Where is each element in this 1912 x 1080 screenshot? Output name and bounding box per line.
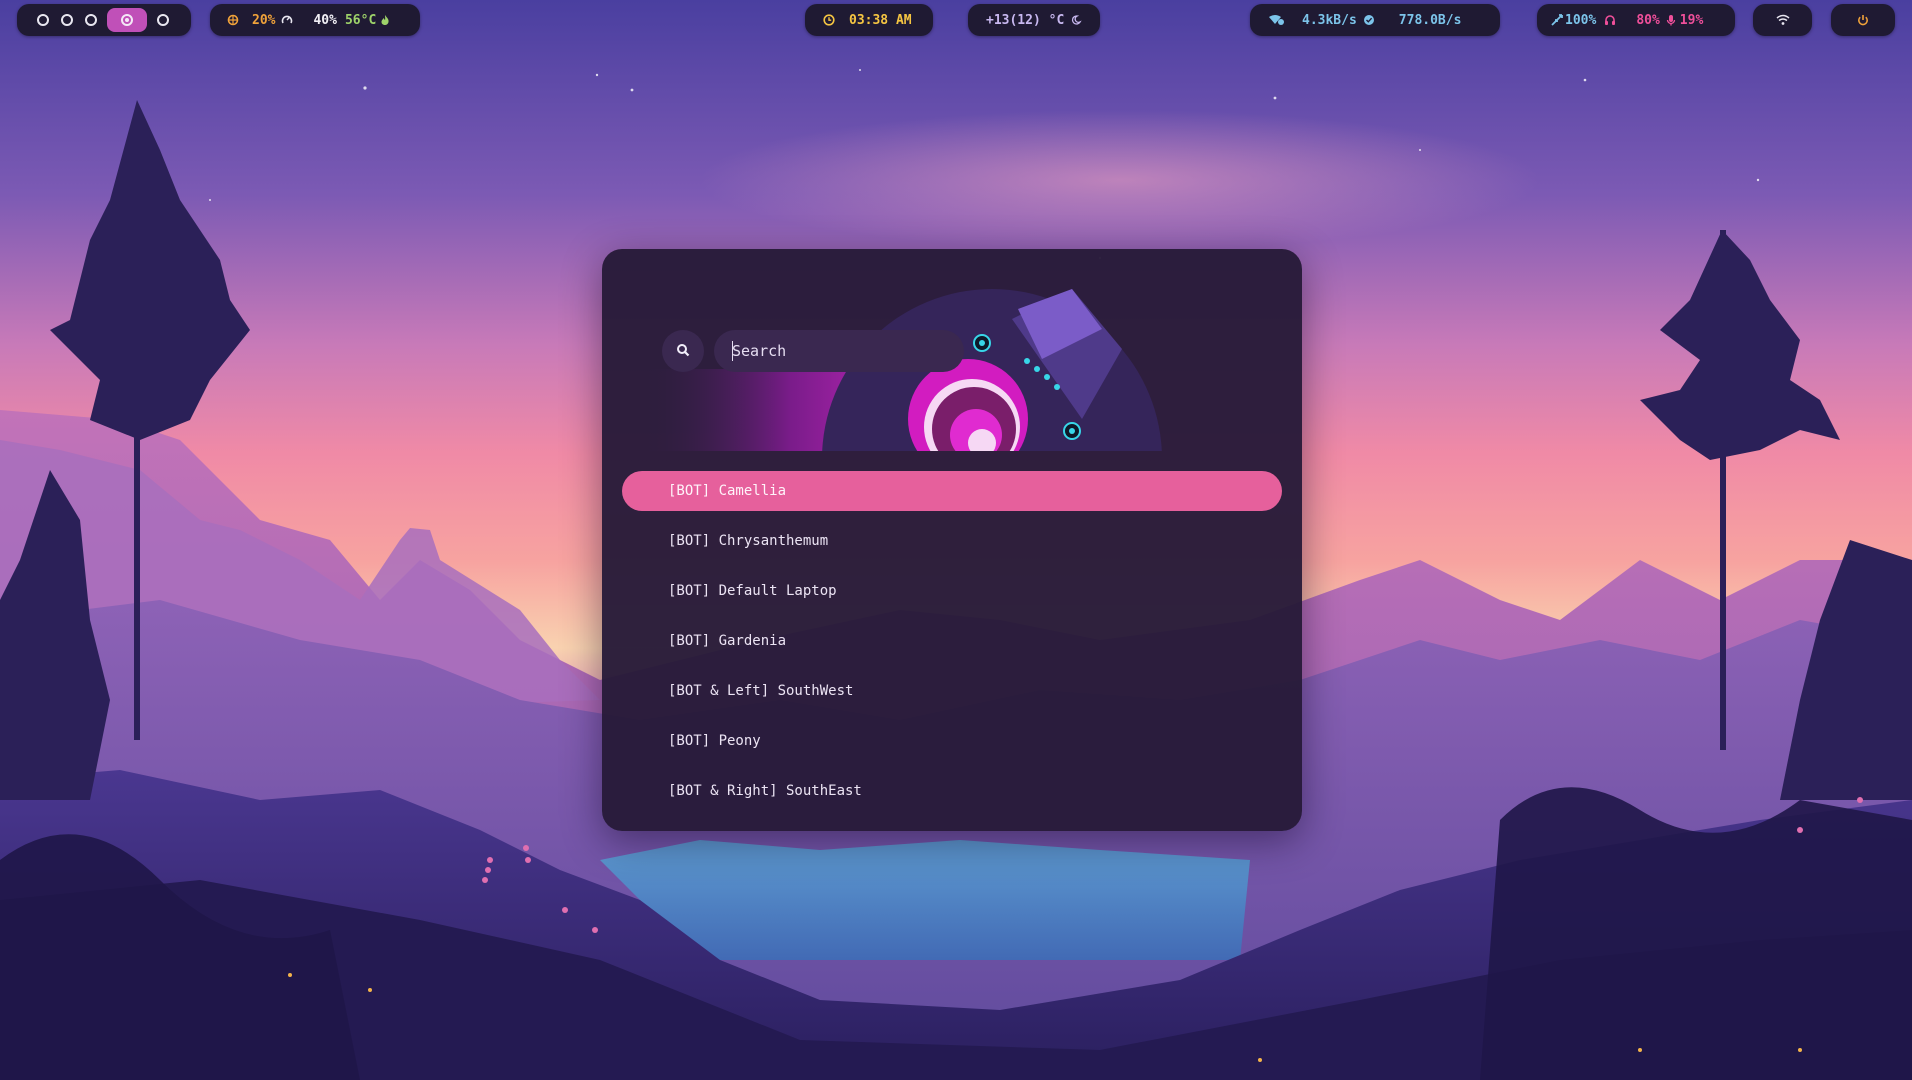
workspace-2[interactable]	[61, 14, 73, 26]
clock-time: 03:38 AM	[849, 12, 912, 28]
power-icon	[1857, 14, 1869, 26]
result-item[interactable]: [BOT] Gardenia	[622, 621, 1282, 661]
download-speed: 4.3kB/s	[1302, 12, 1357, 28]
search-button[interactable]	[662, 330, 704, 372]
workspace-4-active[interactable]	[107, 8, 147, 32]
wifi-down-icon	[1268, 14, 1284, 26]
result-item[interactable]: [BOT & Right] SouthEast	[622, 771, 1282, 811]
upload-icon	[1363, 14, 1375, 26]
upload-speed: 778.0B/s	[1398, 12, 1462, 28]
temperature: 56°C	[344, 12, 377, 28]
memory-usage: 40%	[313, 12, 337, 28]
result-item[interactable]: [BOT] Chrysanthemum	[622, 521, 1282, 561]
cpu-usage: 20%	[252, 12, 276, 28]
text-cursor	[732, 341, 733, 361]
weather-night-icon	[1070, 14, 1082, 26]
brightness-level: 100%	[1565, 12, 1597, 28]
weather[interactable]: +13(12) °C	[968, 4, 1100, 36]
memory-gauge-icon	[281, 14, 293, 26]
mic-level: 19%	[1679, 12, 1704, 28]
workspace-3[interactable]	[85, 14, 97, 26]
brightness-icon	[1551, 14, 1563, 26]
weather-temperature: +13(12) °C	[986, 12, 1065, 28]
clock-icon	[823, 14, 835, 26]
wifi-widget[interactable]	[1753, 4, 1812, 36]
power-widget[interactable]	[1831, 4, 1895, 36]
cpu-icon	[226, 14, 240, 26]
workspace-5[interactable]	[157, 14, 169, 26]
search-input[interactable]	[714, 330, 964, 372]
flame-icon	[380, 14, 390, 26]
microphone-icon	[1666, 14, 1676, 26]
clock[interactable]: 03:38 AM	[805, 4, 933, 36]
wifi-icon	[1776, 14, 1790, 26]
audio-controls[interactable]: 100% 80% 19%	[1537, 4, 1735, 36]
network-stats[interactable]: 4.3kB/s 778.0B/s	[1250, 4, 1500, 36]
result-item[interactable]: [BOT & Left] SouthWest	[622, 671, 1282, 711]
headphones-icon	[1604, 14, 1616, 26]
result-item[interactable]: [BOT] Default Laptop	[622, 571, 1282, 611]
results-list: [BOT] Camellia [BOT] Chrysanthemum [BOT]…	[622, 471, 1282, 821]
workspace-1[interactable]	[37, 14, 49, 26]
result-item[interactable]: [BOT] Peony	[622, 721, 1282, 761]
system-stats: 20% 40% 56°C	[210, 4, 420, 36]
search-icon	[676, 342, 690, 361]
volume-level: 80%	[1636, 12, 1660, 28]
app-launcher: [BOT] Camellia [BOT] Chrysanthemum [BOT]…	[602, 249, 1302, 831]
workspace-switcher	[17, 4, 191, 36]
result-item-selected[interactable]: [BOT] Camellia	[622, 471, 1282, 511]
